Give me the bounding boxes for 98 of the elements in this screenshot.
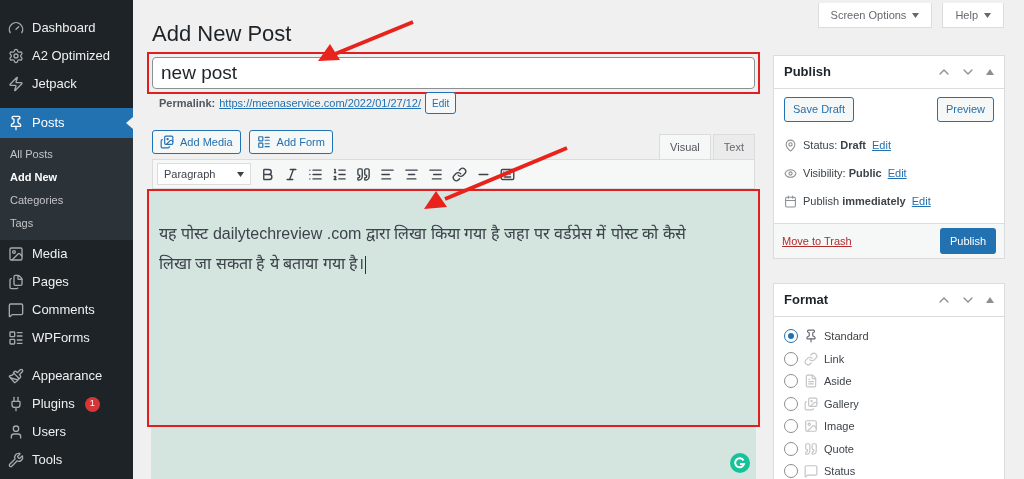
user-icon xyxy=(8,424,24,440)
current-indicator-icon xyxy=(126,117,133,129)
save-draft-button[interactable]: Save Draft xyxy=(784,97,854,122)
plug-icon xyxy=(8,396,24,412)
box-title: Format xyxy=(784,291,830,310)
format-select[interactable]: Paragraph xyxy=(157,163,251,185)
format-option-label: Status xyxy=(824,464,856,479)
paintbrush-icon xyxy=(8,368,24,384)
radio-button[interactable] xyxy=(784,374,798,389)
status-label: Publish immediately xyxy=(803,193,906,209)
note-icon xyxy=(804,374,818,389)
circle-logo-icon xyxy=(730,453,750,473)
editor-content-area[interactable]: यह पोस्ट dailytechreview .com द्वारा लिखा किया गया है जहा पर वर्डप्रेस में पोस्ट को कैसे लिखा जा सकता है ये बताया गया है। xyxy=(147,189,760,427)
media-button[interactable]: Add Media xyxy=(152,130,241,154)
calendar-icon xyxy=(784,194,797,208)
format-option-label: Standard xyxy=(824,329,869,344)
bullet-list-icon[interactable] xyxy=(308,166,323,182)
radio-button[interactable] xyxy=(784,396,798,411)
sidebar-item[interactable]: Posts xyxy=(0,108,133,138)
image-icon xyxy=(804,419,818,434)
speech-bubble-icon xyxy=(804,464,818,479)
caret-icon xyxy=(984,12,991,18)
pin-icon xyxy=(784,138,797,152)
format-option-label: Quote xyxy=(824,441,854,457)
quote-icon xyxy=(804,441,818,456)
gauge-icon xyxy=(8,20,24,36)
numbered-list-icon[interactable] xyxy=(332,166,347,182)
edit-link[interactable]: Edit xyxy=(911,192,931,210)
editor-tab[interactable]: Visual xyxy=(659,134,711,159)
wrench-icon xyxy=(8,452,24,468)
screen-meta-button[interactable]: Screen Options xyxy=(817,3,933,28)
media-button[interactable]: Add Form xyxy=(248,130,333,154)
sidebar-item[interactable]: Comments xyxy=(0,296,133,324)
submenu-item[interactable]: Tags xyxy=(0,212,133,235)
sidebar-item[interactable]: Users xyxy=(0,418,133,446)
radio-button[interactable] xyxy=(784,464,798,479)
pin-icon xyxy=(804,329,818,344)
editor-tab[interactable]: Text xyxy=(712,134,755,159)
publish-button[interactable]: Publish xyxy=(939,228,996,254)
radio-button[interactable] xyxy=(784,329,798,344)
post-body-text: यह पोस्ट dailytechreview .com द्वारा लिखा किया गया है जहा पर वर्डप्रेस में पोस्ट को कैसे लिखा जा सकता है ये बताया गया है। xyxy=(159,223,687,276)
gallery-icon xyxy=(804,396,818,411)
media-icon xyxy=(160,135,174,149)
sidebar-item[interactable]: Tools xyxy=(0,446,133,474)
pin-icon xyxy=(8,115,24,131)
align-center-icon[interactable] xyxy=(404,166,419,182)
preview-button[interactable]: Preview xyxy=(936,97,994,122)
submenu-item[interactable]: Categories xyxy=(0,189,133,212)
edit-permalink-button[interactable]: Edit xyxy=(425,92,457,114)
pages-icon xyxy=(8,274,24,290)
bolt-icon xyxy=(8,76,24,92)
form-icon xyxy=(8,330,24,346)
format-option-label: Gallery xyxy=(824,396,859,412)
sidebar-item[interactable]: Plugins 1 xyxy=(0,390,133,418)
radio-button[interactable] xyxy=(784,441,798,456)
italic-icon[interactable] xyxy=(284,166,299,182)
caret-icon xyxy=(912,12,920,18)
title-field[interactable]: new post xyxy=(152,57,755,89)
edit-link[interactable]: Edit xyxy=(887,164,907,182)
collapse-triangle-icon[interactable] xyxy=(986,297,994,303)
sidebar-item[interactable]: Pages xyxy=(0,268,133,296)
eye-icon xyxy=(784,166,797,180)
format-option-label: Aside xyxy=(824,374,852,389)
move-to-trash-link[interactable]: Move to Trash xyxy=(782,232,852,250)
screen-meta-button[interactable]: Help xyxy=(942,3,1004,28)
submenu-item[interactable]: Add New xyxy=(0,166,133,189)
count-badge: 1 xyxy=(84,396,100,412)
caret-icon xyxy=(237,171,244,177)
radio-button[interactable] xyxy=(784,419,798,434)
permalink-link[interactable]: https://meenaservice.com/2022/01/27/12/ xyxy=(219,94,422,112)
quote-icon[interactable] xyxy=(356,166,371,182)
align-left-icon[interactable] xyxy=(380,166,395,182)
toolbar-toggle-icon[interactable] xyxy=(500,166,515,182)
link-icon[interactable] xyxy=(452,166,467,182)
page-title: Add New Post xyxy=(152,20,292,48)
gear-icon xyxy=(8,48,24,64)
form-icon xyxy=(256,135,271,149)
sidebar-item[interactable]: A2 Optimized xyxy=(0,42,133,70)
speech-bubble-icon xyxy=(8,302,24,318)
sidebar-item[interactable]: Appearance xyxy=(0,362,133,390)
collapse-triangle-icon[interactable] xyxy=(986,69,994,75)
sidebar-item[interactable]: Jetpack xyxy=(0,70,133,98)
sidebar-item[interactable]: Media xyxy=(0,240,133,268)
permalink-label: Permalink: xyxy=(159,95,216,111)
status-label: Status: Draft xyxy=(803,137,866,153)
format-option-label: Link xyxy=(824,351,845,367)
edit-link[interactable]: Edit xyxy=(872,136,891,154)
status-label: Visibility: Public xyxy=(803,165,882,181)
format-option-label: Image xyxy=(824,419,855,434)
link-icon xyxy=(804,351,818,366)
sidebar-item[interactable]: WPForms xyxy=(0,324,133,352)
box-title: Publish xyxy=(784,63,832,82)
image-icon xyxy=(8,246,24,262)
bold-icon[interactable] xyxy=(260,166,275,182)
sidebar-item[interactable]: Dashboard xyxy=(0,14,133,42)
align-right-icon[interactable] xyxy=(428,166,443,182)
radio-button[interactable] xyxy=(784,351,798,366)
submenu-item[interactable]: All Posts xyxy=(0,143,133,166)
